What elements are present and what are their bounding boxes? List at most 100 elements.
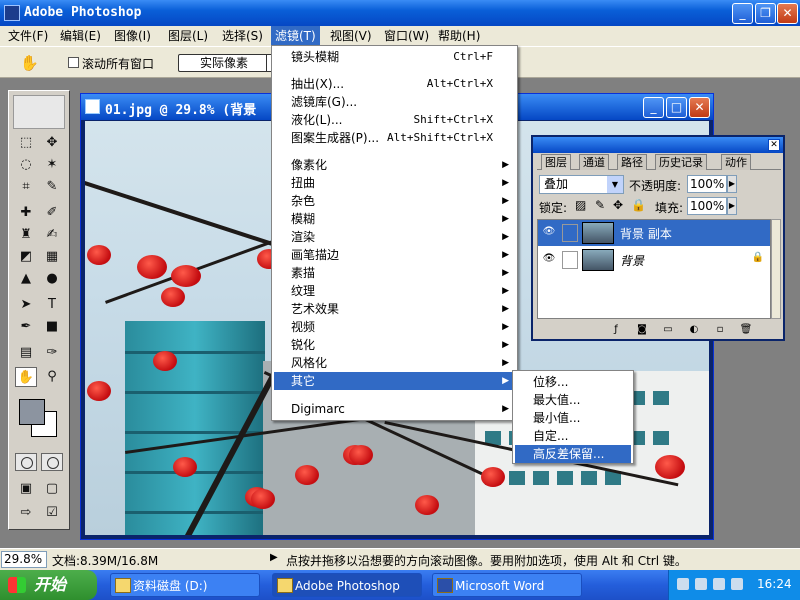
menu-item-extract[interactable]: 抽出(X)... Alt+Ctrl+X [274, 75, 515, 93]
layer-style-icon[interactable]: ƒ [609, 324, 623, 336]
start-button[interactable]: 开始 [0, 570, 97, 600]
layer-row-background[interactable]: 👁 背景 🔒 [538, 247, 770, 273]
new-group-icon[interactable]: ▭ [661, 324, 675, 336]
menu-item-render[interactable]: 渲染 ▶ [274, 228, 515, 246]
brush-tool-icon[interactable]: ✐ [41, 203, 63, 223]
menu-item-artistic[interactable]: 艺术效果 ▶ [274, 300, 515, 318]
task-photoshop[interactable]: Adobe Photoshop [272, 573, 422, 597]
menu-layer[interactable]: 图层(L) [164, 26, 212, 46]
new-layer-icon[interactable]: ▫ [713, 324, 727, 336]
submenu-item-offset[interactable]: 位移... [515, 373, 631, 391]
menu-item-texture[interactable]: 纹理 ▶ [274, 282, 515, 300]
path-selection-tool-icon[interactable]: ➤ [15, 295, 37, 315]
menu-filter[interactable]: 滤镜(T) [271, 26, 320, 46]
submenu-item-maximum[interactable]: 最大值... [515, 391, 631, 409]
quick-mask-mode-icon[interactable] [41, 453, 63, 471]
slice-tool-icon[interactable]: ✎ [41, 177, 63, 197]
tab-layers[interactable]: 图层 [541, 154, 571, 170]
tab-channels[interactable]: 通道 [579, 154, 609, 170]
opacity-slider-arrow-icon[interactable]: ▶ [727, 175, 737, 193]
link-icon[interactable] [562, 251, 578, 269]
menu-window[interactable]: 窗口(W) [380, 26, 433, 46]
menu-item-sharpen[interactable]: 锐化 ▶ [274, 336, 515, 354]
menu-item-video[interactable]: 视频 ▶ [274, 318, 515, 336]
type-tool-icon[interactable]: T [41, 295, 63, 315]
layers-scrollbar[interactable] [771, 219, 781, 319]
clone-stamp-tool-icon[interactable]: ♜ [15, 225, 37, 245]
tab-history[interactable]: 历史记录 [655, 154, 707, 170]
actual-pixels-button[interactable]: 实际像素 [178, 54, 270, 72]
healing-brush-tool-icon[interactable]: ✚ [15, 203, 37, 223]
doc-close-button[interactable]: ✕ [689, 97, 710, 118]
menu-item-brush-strokes[interactable]: 画笔描边 ▶ [274, 246, 515, 264]
screen-mode-full-icon[interactable]: ▢ [41, 479, 63, 499]
eraser-tool-icon[interactable]: ◩ [15, 247, 37, 267]
menu-item-liquify[interactable]: 液化(L)... Shift+Ctrl+X [274, 111, 515, 129]
tray-help-icon[interactable] [695, 578, 707, 590]
menu-edit[interactable]: 编辑(E) [56, 26, 105, 46]
scroll-all-windows-checkbox[interactable] [68, 57, 79, 68]
menu-item-pattern-maker[interactable]: 图案生成器(P)... Alt+Shift+Ctrl+X [274, 129, 515, 147]
move-tool-icon[interactable]: ✥ [41, 133, 63, 153]
notes-tool-icon[interactable]: ▤ [15, 343, 37, 363]
menu-select[interactable]: 选择(S) [218, 26, 267, 46]
lasso-tool-icon[interactable]: ◌ [15, 155, 37, 175]
menu-item-digimarc[interactable]: Digimarc ▶ [274, 400, 515, 418]
hand-tool-icon[interactable]: ✋ [15, 367, 37, 387]
jump-to-imageready-icon[interactable]: ⇨ [15, 503, 37, 523]
menu-item-pixelate[interactable]: 像素化 ▶ [274, 156, 515, 174]
zoom-tool-icon[interactable]: ⚲ [41, 367, 63, 387]
status-menu-arrow-icon[interactable]: ▶ [270, 552, 278, 563]
task-disk-d[interactable]: 资料磁盘 (D:) [110, 573, 260, 597]
doc-minimize-button[interactable]: _ [643, 97, 664, 118]
layer-mask-icon[interactable]: ◙ [635, 324, 649, 336]
menu-item-distort[interactable]: 扭曲 ▶ [274, 174, 515, 192]
tab-paths[interactable]: 路径 [617, 154, 647, 170]
maximize-button[interactable]: ❐ [755, 3, 776, 24]
lock-all-icon[interactable]: 🔒 [631, 198, 646, 212]
screen-mode-standard-icon[interactable]: ▣ [15, 479, 37, 499]
blend-mode-select[interactable]: 叠加 ▼ [539, 175, 624, 194]
gradient-tool-icon[interactable]: ▦ [41, 247, 63, 267]
fill-slider-arrow-icon[interactable]: ▶ [727, 197, 737, 215]
tray-volume-icon[interactable] [731, 578, 743, 590]
opacity-field[interactable]: 100% [687, 175, 727, 193]
minimize-button[interactable]: _ [732, 3, 753, 24]
dodge-tool-icon[interactable]: ● [41, 269, 63, 289]
eye-visibility-icon[interactable]: 👁 [541, 253, 557, 267]
palette-close-icon[interactable]: ✕ [768, 139, 780, 151]
menu-item-sketch[interactable]: 素描 ▶ [274, 264, 515, 282]
task-word[interactable]: Microsoft Word [432, 573, 582, 597]
menu-item-noise[interactable]: 杂色 ▶ [274, 192, 515, 210]
imageready-icon[interactable]: ☑ [41, 503, 63, 523]
standard-mode-icon[interactable] [15, 453, 37, 471]
eyedropper-tool-icon[interactable]: ✑ [41, 343, 63, 363]
history-brush-tool-icon[interactable]: ✍ [41, 225, 63, 245]
menu-item-other[interactable]: 其它 ▶ [274, 372, 515, 390]
crop-tool-icon[interactable]: ⌗ [15, 177, 37, 197]
menu-item-blur[interactable]: 模糊 ▶ [274, 210, 515, 228]
shape-tool-icon[interactable]: ■ [41, 317, 63, 337]
tray-network-icon[interactable] [713, 578, 725, 590]
adjustment-layer-icon[interactable]: ◐ [687, 324, 701, 336]
eye-visibility-icon[interactable]: 👁 [541, 226, 557, 240]
tray-chevron-icon[interactable] [677, 578, 689, 590]
layers-palette-titlebar[interactable]: ✕ [533, 137, 783, 153]
foreground-color-swatch[interactable] [19, 399, 45, 425]
zoom-field[interactable]: 29.8% [1, 551, 47, 568]
submenu-item-minimum[interactable]: 最小值... [515, 409, 631, 427]
delete-layer-icon[interactable]: 🗑 [739, 324, 753, 336]
layer-row-background-copy[interactable]: 👁 背景 副本 [538, 220, 770, 246]
close-button[interactable]: ✕ [777, 3, 798, 24]
menu-item-lens-blur[interactable]: 镜头模糊 Ctrl+F [274, 48, 515, 66]
lock-move-icon[interactable]: ✥ [613, 198, 623, 212]
menu-file[interactable]: 文件(F) [4, 26, 52, 46]
lock-paint-icon[interactable]: ✎ [595, 198, 605, 212]
hand-tool-icon[interactable]: ✋ [20, 54, 39, 72]
menu-item-stylize[interactable]: 风格化 ▶ [274, 354, 515, 372]
menu-help[interactable]: 帮助(H) [434, 26, 484, 46]
submenu-item-custom[interactable]: 自定... [515, 427, 631, 445]
lock-transparency-icon[interactable]: ▨ [575, 198, 586, 212]
menu-item-filter-gallery[interactable]: 滤镜库(G)... [274, 93, 515, 111]
menu-view[interactable]: 视图(V) [326, 26, 376, 46]
